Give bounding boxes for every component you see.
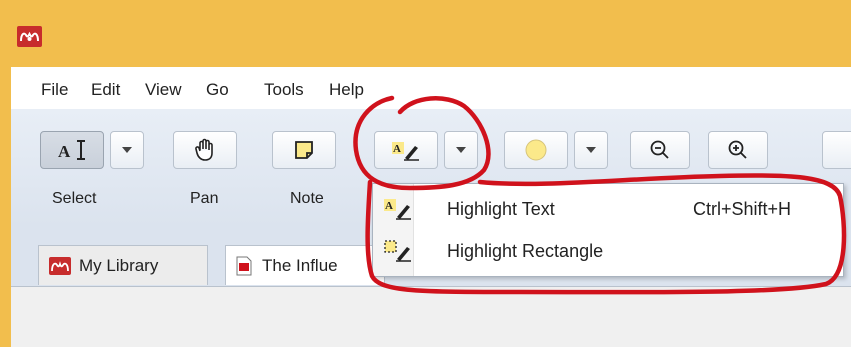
color-picker-dropdown[interactable] [574,131,608,169]
zoom-in-icon [728,140,747,159]
tab-my-library[interactable]: My Library [38,245,208,285]
content-area [11,287,851,347]
menu-bar: File Edit View Go Tools Help [11,67,851,109]
select-tool-dropdown[interactable] [110,131,144,169]
sticky-note-icon [295,141,313,159]
window-left-edge [0,67,11,347]
menu-edit[interactable]: Edit [91,80,120,100]
tab-label: My Library [79,255,159,275]
color-swatch-icon [525,139,547,161]
menu-tools[interactable]: Tools [264,80,304,100]
zoom-in-button[interactable] [708,131,768,169]
svg-text:A: A [58,142,71,161]
select-tool-button[interactable]: A [40,131,104,169]
highlighter-icon: A [392,142,419,161]
chevron-down-icon [456,147,466,153]
tab-document[interactable]: The Influe [225,245,385,285]
highlight-rectangle-icon [384,240,411,262]
pdf-document-icon [236,256,252,275]
pan-tool-button[interactable] [173,131,237,169]
chevron-down-icon [586,147,596,153]
menu-item-label: Highlight Text [447,199,555,219]
chevron-down-icon [122,147,132,153]
svg-text:A: A [385,200,393,212]
menu-help[interactable]: Help [329,80,364,100]
title-bar [0,0,851,67]
menu-file[interactable]: File [41,80,68,100]
menu-item-shortcut: Ctrl+Shift+H [693,199,792,219]
mendeley-logo-icon [17,26,42,47]
zoom-out-button[interactable] [630,131,690,169]
text-select-icon: A [58,140,85,161]
menu-item-highlight-text[interactable]: A Highlight Text Ctrl+Shift+H [373,188,843,230]
tab-label: The Influe [262,255,338,275]
toolbar-next-button[interactable] [822,131,851,169]
highlight-tool-dropdown[interactable] [444,131,478,169]
library-logo-icon [49,256,71,275]
highlight-text-icon: A [384,199,411,220]
menu-view[interactable]: View [145,80,182,100]
pan-tool-label: Pan [190,190,219,207]
highlight-dropdown-menu: A Highlight Text Ctrl+Shift+H Highlight … [372,183,844,277]
hand-pan-icon [195,138,213,161]
highlight-tool-button[interactable]: A [374,131,438,169]
select-tool-label: Select [52,190,97,207]
menu-item-label: Highlight Rectangle [447,241,604,261]
menu-item-highlight-rectangle[interactable]: Highlight Rectangle [373,230,843,272]
note-tool-button[interactable] [272,131,336,169]
note-tool-label: Note [290,190,324,207]
svg-text:A: A [393,143,401,155]
zoom-out-icon [650,140,669,159]
color-picker-button[interactable] [504,131,568,169]
menu-go[interactable]: Go [206,80,229,100]
